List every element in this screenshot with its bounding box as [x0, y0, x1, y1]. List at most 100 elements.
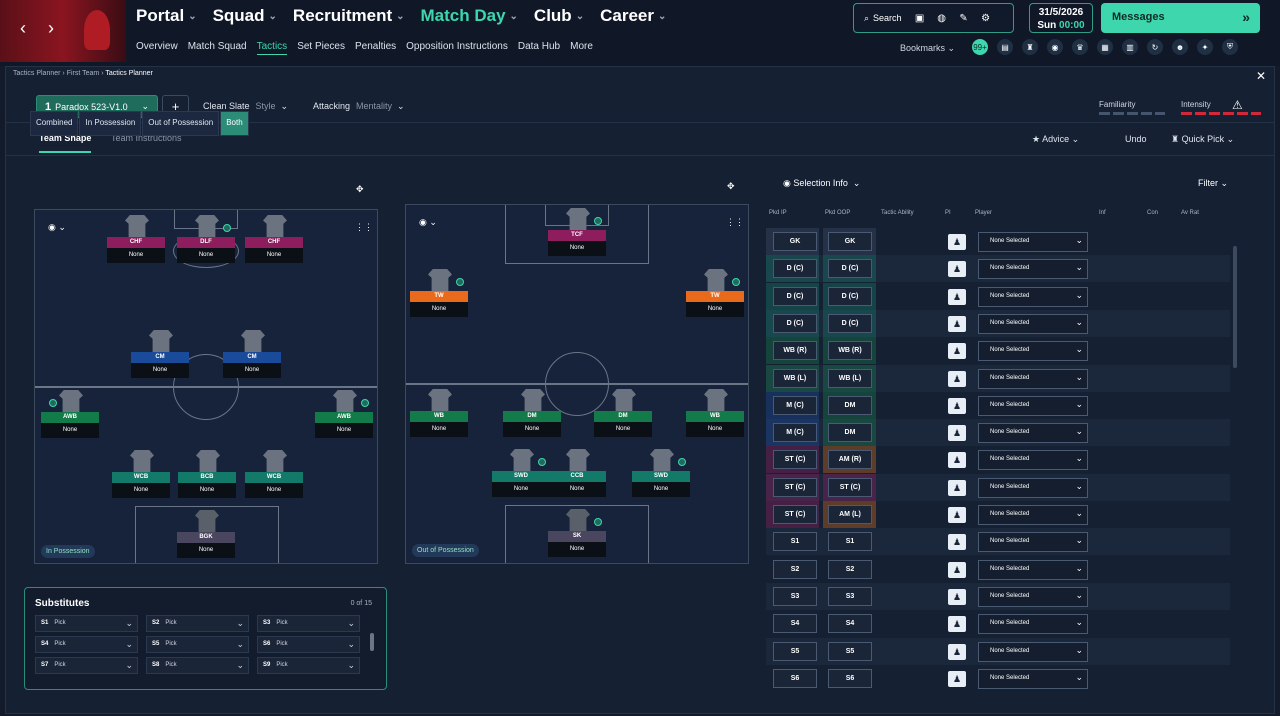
role-label[interactable]: CHF — [107, 237, 165, 248]
person-icon[interactable]: ♟ — [948, 315, 966, 332]
role-label[interactable]: CM — [223, 352, 281, 363]
grid-icon[interactable]: ⋮⋮ — [355, 222, 373, 233]
scrollbar[interactable] — [1233, 246, 1237, 368]
player-slot[interactable]: TCF None — [548, 208, 606, 266]
role-label[interactable]: CCB — [548, 471, 606, 482]
position-oop[interactable]: S1 — [828, 532, 872, 552]
refresh-icon[interactable]: ↻ — [1147, 39, 1163, 55]
position-oop[interactable]: GK — [828, 232, 872, 251]
segment-in-possession[interactable]: In Possession — [79, 111, 142, 136]
back-arrow-icon[interactable]: ‹ — [20, 18, 26, 39]
person-icon[interactable]: ♟ — [948, 561, 966, 578]
nav-match-day[interactable]: Match Day ⌄ — [421, 6, 518, 26]
position-ip[interactable]: WB (L) — [773, 368, 817, 388]
position-oop[interactable]: D (C) — [828, 313, 872, 333]
role-label[interactable]: BGK — [177, 532, 235, 543]
nav-club[interactable]: Club ⌄ — [534, 6, 584, 26]
person-icon[interactable]: ♟ — [948, 507, 966, 523]
inbox-icon[interactable]: ▣ — [910, 8, 930, 28]
player-select[interactable]: None Selected ⌄ — [978, 559, 1088, 580]
player-name[interactable]: None — [548, 241, 606, 256]
player-name[interactable]: None — [686, 422, 744, 437]
player-name[interactable]: None — [177, 248, 235, 263]
position-ip[interactable]: D (C) — [773, 286, 817, 306]
player-name[interactable]: None — [594, 422, 652, 437]
role-label[interactable]: WCB — [245, 472, 303, 483]
shield-icon[interactable]: ⛨ — [1222, 39, 1238, 55]
subnav-penalties[interactable]: Penalties — [355, 41, 396, 55]
role-label[interactable]: CHF — [245, 237, 303, 248]
player-slot[interactable]: DLF None — [177, 215, 235, 273]
player-slot[interactable]: CCB None — [548, 449, 606, 507]
position-oop[interactable]: WB (R) — [828, 341, 872, 361]
role-label[interactable]: TCF — [548, 230, 606, 241]
player-select[interactable]: None Selected ⌄ — [978, 668, 1088, 689]
player-slot[interactable]: WCB None — [245, 450, 303, 508]
crumb-item[interactable]: Tactics Planner — [105, 70, 152, 77]
person-icon[interactable]: ♟ — [948, 643, 966, 660]
position-oop[interactable]: D (C) — [828, 286, 872, 306]
player-select[interactable]: None Selected ⌄ — [978, 286, 1088, 307]
player-name[interactable]: None — [503, 422, 561, 437]
player-slot[interactable]: SK None — [548, 509, 606, 563]
player-name[interactable]: None — [686, 302, 744, 317]
position-oop[interactable]: S5 — [828, 641, 872, 661]
position-ip[interactable]: WB (R) — [773, 341, 817, 361]
substitute-slot[interactable]: S4 Pick ⌄ — [35, 636, 138, 653]
position-ip[interactable]: S5 — [773, 641, 817, 661]
nav-portal[interactable]: Portal ⌄ — [136, 6, 197, 26]
player-slot[interactable]: SWD None — [492, 449, 550, 507]
role-label[interactable]: SWD — [492, 471, 550, 482]
player-name[interactable]: None — [178, 483, 236, 498]
substitute-slot[interactable]: S3 Pick ⌄ — [257, 615, 360, 632]
role-label[interactable]: BCB — [178, 472, 236, 483]
move-icon[interactable]: ✥ — [727, 181, 735, 192]
col-player[interactable]: Player — [975, 210, 992, 216]
player-slot[interactable]: BCB None — [178, 450, 236, 508]
segment-combined[interactable]: Combined — [30, 111, 79, 136]
role-label[interactable]: WB — [686, 411, 744, 422]
person-icon[interactable]: ♟ — [948, 588, 966, 605]
position-oop[interactable]: AM (R) — [828, 450, 872, 470]
quick-pick-button[interactable]: ♜ Quick Pick ⌄ — [1171, 134, 1234, 145]
staff-icon[interactable]: ☻ — [1172, 39, 1188, 55]
player-slot[interactable]: CM None — [223, 330, 281, 388]
player-name[interactable]: None — [410, 302, 468, 317]
move-icon[interactable]: ✥ — [356, 184, 364, 195]
position-ip[interactable]: ST (C) — [773, 505, 817, 524]
position-oop[interactable]: ST (C) — [828, 477, 872, 497]
player-name[interactable]: None — [492, 482, 550, 497]
player-select[interactable]: None Selected ⌄ — [978, 586, 1088, 607]
person-icon[interactable]: ♟ — [948, 616, 966, 633]
scout-icon[interactable]: ✦ — [1197, 39, 1213, 55]
player-name[interactable]: None — [548, 542, 606, 557]
position-oop[interactable]: WB (L) — [828, 368, 872, 388]
nav-recruitment[interactable]: Recruitment ⌄ — [293, 6, 405, 26]
position-ip[interactable]: ST (C) — [773, 477, 817, 497]
eye-icon[interactable]: ◉ ⌄ — [48, 222, 66, 233]
col-tactic-ability[interactable]: Tactic Ability — [881, 210, 914, 216]
role-label[interactable]: AWB — [315, 412, 373, 423]
subnav-more[interactable]: More — [570, 41, 593, 55]
substitute-slot[interactable]: S2 Pick ⌄ — [146, 615, 249, 632]
position-oop[interactable]: AM (L) — [828, 505, 872, 524]
selection-info-dropdown[interactable]: ◉ Selection Info ⌄ — [783, 178, 860, 189]
position-ip[interactable]: D (C) — [773, 313, 817, 333]
player-name[interactable]: None — [245, 248, 303, 263]
player-slot[interactable]: BGK None — [177, 510, 235, 563]
position-oop[interactable]: S4 — [828, 614, 872, 634]
player-slot[interactable]: WB None — [410, 389, 468, 447]
warning-icon[interactable]: ⚠ — [1232, 98, 1243, 112]
crumb-item[interactable]: Tactics Planner — [13, 70, 60, 77]
crumb-item[interactable]: First Team — [67, 70, 100, 77]
person-icon[interactable]: ♟ — [948, 288, 966, 305]
clipboard-icon[interactable]: ▤ — [997, 39, 1013, 55]
substitute-slot[interactable]: S6 Pick ⌄ — [257, 636, 360, 653]
col-pkd-oop[interactable]: Pkd OOP — [825, 210, 850, 216]
calendar-icon[interactable]: ▦ — [1097, 39, 1113, 55]
trophy-icon[interactable]: ♛ — [1072, 39, 1088, 55]
player-slot[interactable]: WB None — [686, 389, 744, 447]
person-icon[interactable]: ♟ — [948, 234, 966, 250]
subnav-opposition-instructions[interactable]: Opposition Instructions — [406, 41, 508, 55]
report-icon[interactable]: ▥ — [1122, 39, 1138, 55]
